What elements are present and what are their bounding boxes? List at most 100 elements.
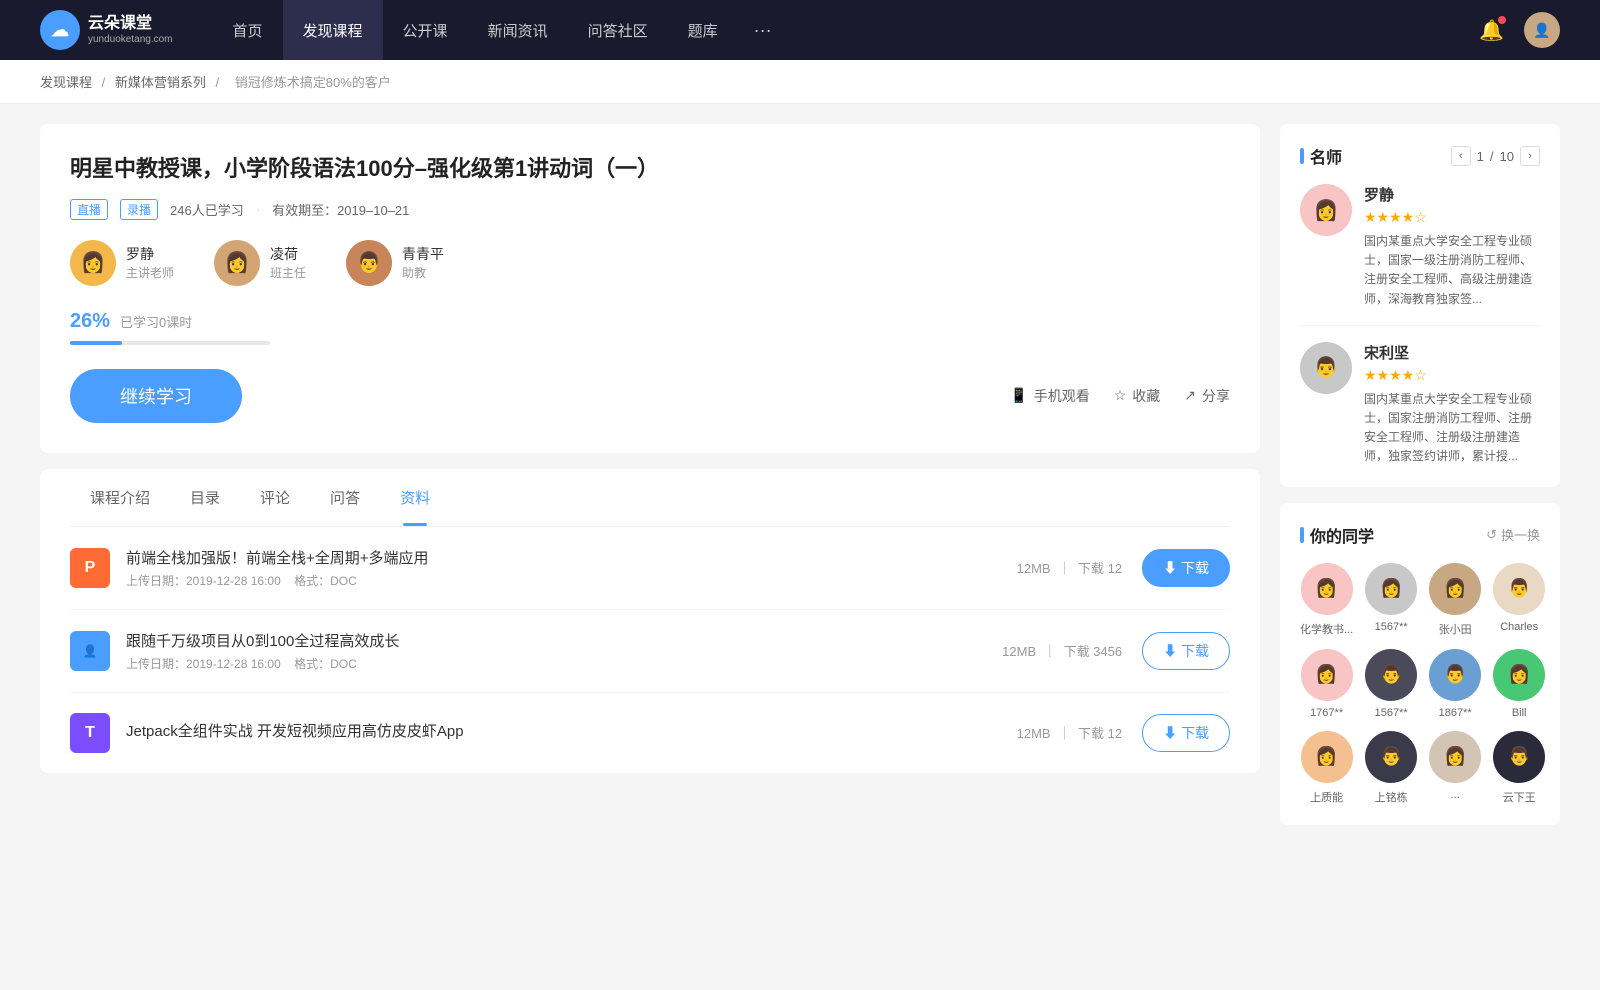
classmate-1[interactable]: 👩 化学教书... — [1300, 563, 1353, 637]
nav-more[interactable]: ··· — [738, 0, 788, 60]
nav-qa[interactable]: 问答社区 — [568, 0, 668, 60]
continue-button[interactable]: 继续学习 — [70, 369, 242, 423]
teacher-profile-avatar-1: 👩 — [1300, 184, 1352, 236]
main-nav: 首页 发现课程 公开课 新闻资讯 问答社区 题库 ··· — [213, 0, 788, 60]
students-count: 246人已学习 — [170, 200, 244, 219]
tab-catalog[interactable]: 目录 — [170, 469, 240, 526]
classmate-name-6: 1567** — [1365, 707, 1417, 719]
classmate-avatar-11: 👩 — [1429, 731, 1481, 783]
resource-item-2: 👤 跟随千万级项目从0到100全过程高效成长 上传日期：2019-12-28 1… — [70, 610, 1230, 693]
share-icon: ↗ — [1184, 387, 1196, 404]
resource-name-3: Jetpack全组件实战 开发短视频应用高仿皮皮虾App — [126, 720, 1017, 741]
teacher-1-name: 罗静 — [126, 244, 174, 264]
teacher-profile-1: 👩 罗静 ★★★★☆ 国内某重点大学安全工程专业硕士，国家一级注册消防工程师、注… — [1300, 184, 1540, 326]
classmate-name-4: Charles — [1493, 621, 1545, 633]
famous-teachers-card: 名师 ‹ 1 / 10 › 👩 罗静 ★★★★☆ 国内某重点大学安全工程专业硕士… — [1280, 124, 1560, 487]
classmate-11[interactable]: 👩 ... — [1429, 731, 1481, 805]
download-btn-3[interactable]: ⬇ 下载 — [1142, 714, 1230, 752]
resource-icon-1: P — [70, 548, 110, 588]
download-btn-1[interactable]: ⬇ 下载 — [1142, 549, 1230, 587]
tabs-section: 课程介绍 目录 评论 问答 资料 P 前端全栈加强版！前端全栈+全周期+多端应用… — [40, 469, 1260, 773]
teacher-desc-2: 国内某重点大学安全工程专业硕士，国家注册消防工程师、注册安全工程师、注册级注册建… — [1364, 390, 1540, 467]
nav-news[interactable]: 新闻资讯 — [468, 0, 568, 60]
breadcrumb-sep1: / — [102, 75, 109, 90]
tab-resource[interactable]: 资料 — [380, 469, 450, 526]
classmates-card: 你的同学 ↺ 换一换 👩 化学教书... 👩 1567** 👩 张 — [1280, 503, 1560, 825]
classmate-avatar-6: 👨 — [1365, 649, 1417, 701]
classmate-5[interactable]: 👩 1767** — [1300, 649, 1353, 719]
classmates-title: 你的同学 — [1300, 523, 1374, 547]
progress-section: 26% 已学习0课时 — [70, 310, 1230, 345]
classmate-name-5: 1767** — [1300, 707, 1353, 719]
teacher-1-avatar: 👩 — [70, 240, 116, 286]
mobile-watch-link[interactable]: 📱 手机观看 — [1010, 386, 1089, 406]
notification-bell[interactable]: 🔔 — [1479, 18, 1504, 43]
classmate-avatar-1: 👩 — [1301, 563, 1353, 615]
refresh-label: 换一换 — [1501, 525, 1540, 544]
classmate-avatar-4: 👨 — [1493, 563, 1545, 615]
classmate-6[interactable]: 👨 1567** — [1365, 649, 1417, 719]
progress-bar-bg — [70, 341, 270, 345]
resource-list: P 前端全栈加强版！前端全栈+全周期+多端应用 上传日期：2019-12-28 … — [70, 527, 1230, 773]
tab-review[interactable]: 评论 — [240, 469, 310, 526]
breadcrumb-series[interactable]: 新媒体营销系列 — [115, 75, 206, 90]
nav-discover[interactable]: 发现课程 — [283, 0, 383, 60]
tab-qa[interactable]: 问答 — [310, 469, 380, 526]
tab-intro[interactable]: 课程介绍 — [70, 469, 170, 526]
logo-icon: ☁ — [40, 10, 80, 50]
teacher-2: 👩 凌荷 班主任 — [214, 240, 306, 286]
breadcrumb-current: 销冠修炼术搞定80%的客户 — [235, 75, 391, 90]
left-panel: 明星中教授课，小学阶段语法100分–强化级第1讲动词（一） 直播 录播 246人… — [40, 124, 1260, 825]
progress-bar-fill — [70, 341, 122, 345]
classmate-12[interactable]: 👨 云下王 — [1493, 731, 1545, 805]
share-link[interactable]: ↗ 分享 — [1184, 386, 1230, 406]
resource-icon-3: T — [70, 713, 110, 753]
logo-sub-text: yunduoketang.com — [88, 34, 173, 46]
classmate-avatar-7: 👨 — [1429, 649, 1481, 701]
classmate-9[interactable]: 👩 上质能 — [1300, 731, 1353, 805]
classmate-2[interactable]: 👩 1567** — [1365, 563, 1417, 637]
teacher-2-name: 凌荷 — [270, 244, 306, 264]
classmate-10[interactable]: 👨 上铭栋 — [1365, 731, 1417, 805]
classmate-8[interactable]: 👩 Bill — [1493, 649, 1545, 719]
progress-label: 已学习0课时 — [120, 312, 192, 331]
nav-home[interactable]: 首页 — [213, 0, 283, 60]
classmate-3[interactable]: 👩 张小田 — [1429, 563, 1481, 637]
teachers-section-header: 名师 ‹ 1 / 10 › — [1300, 144, 1540, 168]
resource-stats-1: 12MB ｜ 下载 12 — [1017, 558, 1122, 577]
logo-main-text: 云朵课堂 — [88, 14, 173, 33]
resource-name-1: 前端全栈加强版！前端全栈+全周期+多端应用 — [126, 547, 1017, 568]
collect-link[interactable]: ☆ 收藏 — [1114, 386, 1161, 406]
resource-meta-2: 上传日期：2019-12-28 16:00 格式：DOC — [126, 655, 1002, 672]
classmates-header: 你的同学 ↺ 换一换 — [1300, 523, 1540, 547]
course-title: 明星中教授课，小学阶段语法100分–强化级第1讲动词（一） — [70, 154, 1230, 185]
logo: ☁ 云朵课堂 yunduoketang.com — [40, 10, 173, 50]
main-content: 明星中教授课，小学阶段语法100分–强化级第1讲动词（一） 直播 录播 246人… — [0, 104, 1600, 845]
star-icon: ☆ — [1114, 387, 1127, 404]
resource-item-1: P 前端全栈加强版！前端全栈+全周期+多端应用 上传日期：2019-12-28 … — [70, 527, 1230, 610]
classmate-avatar-5: 👩 — [1301, 649, 1353, 701]
teacher-2-avatar: 👩 — [214, 240, 260, 286]
nav-open[interactable]: 公开课 — [383, 0, 468, 60]
page-current: 1 — [1477, 149, 1484, 164]
nav-quiz[interactable]: 题库 — [668, 0, 738, 60]
breadcrumb-discover[interactable]: 发现课程 — [40, 75, 92, 90]
prev-page-btn[interactable]: ‹ — [1451, 146, 1471, 166]
classmate-name-1: 化学教书... — [1300, 621, 1353, 637]
refresh-classmates-btn[interactable]: ↺ 换一换 — [1486, 525, 1540, 544]
teacher-1: 👩 罗静 主讲老师 — [70, 240, 174, 286]
user-avatar[interactable]: 👤 — [1524, 12, 1560, 48]
right-panel: 名师 ‹ 1 / 10 › 👩 罗静 ★★★★☆ 国内某重点大学安全工程专业硕士… — [1280, 124, 1560, 825]
classmate-7[interactable]: 👨 1867** — [1429, 649, 1481, 719]
header: ☁ 云朵课堂 yunduoketang.com 首页 发现课程 公开课 新闻资讯… — [0, 0, 1600, 60]
classmate-name-2: 1567** — [1365, 621, 1417, 633]
mobile-label: 手机观看 — [1034, 386, 1090, 406]
course-card: 明星中教授课，小学阶段语法100分–强化级第1讲动词（一） 直播 录播 246人… — [40, 124, 1260, 453]
teacher-3-avatar: 👨 — [346, 240, 392, 286]
resource-icon-2: 👤 — [70, 631, 110, 671]
badge-live: 直播 — [70, 199, 108, 220]
download-btn-2[interactable]: ⬇ 下载 — [1142, 632, 1230, 670]
next-page-btn[interactable]: › — [1520, 146, 1540, 166]
course-meta: 直播 录播 246人已学习 · 有效期至：2019–10–21 — [70, 199, 1230, 220]
classmate-4[interactable]: 👨 Charles — [1493, 563, 1545, 637]
